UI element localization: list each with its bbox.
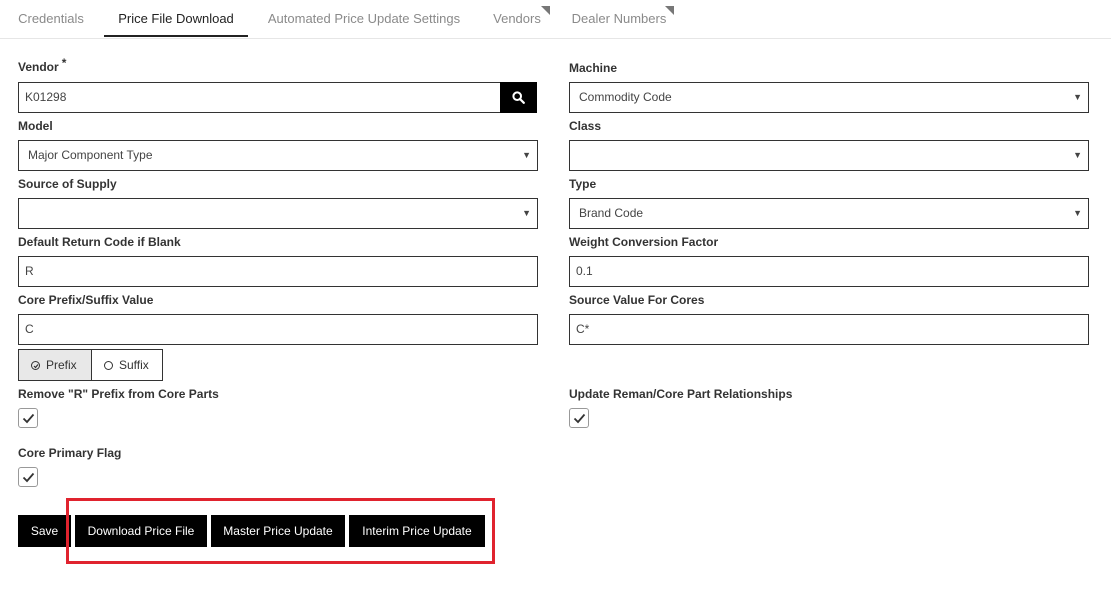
model-label: Model: [18, 119, 53, 133]
tab-vendors[interactable]: Vendors: [488, 0, 550, 37]
core-prefix-suffix-input[interactable]: C: [18, 314, 538, 345]
weight-conversion-value: 0.1: [576, 264, 593, 278]
vendor-value: K01298: [25, 90, 67, 104]
tab-credentials[interactable]: Credentials: [4, 0, 98, 37]
weight-conversion-label: Weight Conversion Factor: [569, 235, 719, 249]
default-return-code-label: Default Return Code if Blank: [18, 235, 181, 249]
type-value: Brand Code: [579, 206, 644, 220]
caret-down-icon: ▼: [522, 208, 531, 218]
source-of-supply-label: Source of Supply: [18, 177, 117, 191]
radio-checked-icon: [31, 361, 40, 370]
machine-label: Machine: [569, 61, 618, 75]
update-reman-label: Update Reman/Core Part Relationships: [569, 387, 793, 401]
caret-down-icon: ▼: [1073, 208, 1082, 218]
core-prefix-suffix-label: Core Prefix/Suffix Value: [18, 293, 154, 307]
vendor-search-button[interactable]: [500, 82, 537, 113]
model-value: Major Component Type: [28, 148, 153, 162]
source-value-cores-value: C*: [576, 322, 590, 336]
suffix-option[interactable]: Suffix: [91, 349, 163, 381]
tab-label: Automated Price Update Settings: [267, 11, 461, 26]
suffix-label: Suffix: [119, 358, 149, 372]
caret-down-icon: ▼: [1073, 150, 1082, 160]
checkmark-icon: [22, 413, 35, 424]
tab-price-file-download[interactable]: Price File Download: [104, 0, 248, 37]
checkmark-icon: [22, 472, 35, 483]
prefix-suffix-toggle: Prefix Suffix: [18, 349, 163, 381]
tab-bar: Credentials Price File Download Automate…: [0, 0, 1111, 39]
core-prefix-suffix-value: C: [25, 322, 34, 336]
corner-indicator-icon: [665, 6, 674, 15]
corner-indicator-icon: [541, 6, 550, 15]
type-label: Type: [569, 177, 597, 191]
vendor-label-text: Vendor: [18, 60, 59, 74]
tab-label: Price File Download: [118, 11, 234, 26]
machine-value: Commodity Code: [579, 90, 672, 104]
type-select[interactable]: Brand Code ▼: [569, 198, 1089, 229]
vendor-input[interactable]: K01298: [18, 82, 501, 113]
remove-r-prefix-checkbox[interactable]: [18, 408, 38, 428]
weight-conversion-input[interactable]: 0.1: [569, 256, 1089, 287]
prefix-label: Prefix: [46, 358, 77, 372]
checkmark-icon: [573, 413, 586, 424]
model-select[interactable]: Major Component Type ▼: [18, 140, 538, 171]
source-of-supply-select[interactable]: ▼: [18, 198, 538, 229]
radio-unchecked-icon: [104, 361, 113, 370]
source-value-cores-label: Source Value For Cores: [569, 293, 705, 307]
prefix-option[interactable]: Prefix: [18, 349, 92, 381]
tab-label: Credentials: [18, 11, 84, 26]
required-asterisk: *: [61, 56, 67, 70]
machine-select[interactable]: Commodity Code ▼: [569, 82, 1089, 113]
remove-r-prefix-label: Remove "R" Prefix from Core Parts: [18, 387, 219, 401]
core-primary-flag-label: Core Primary Flag: [18, 446, 122, 460]
vendor-label: Vendor *: [18, 56, 66, 74]
default-return-code-value: R: [25, 264, 34, 278]
update-reman-checkbox[interactable]: [569, 408, 589, 428]
core-primary-flag-checkbox[interactable]: [18, 467, 38, 487]
tab-automated-price-update-settings[interactable]: Automated Price Update Settings: [262, 0, 466, 37]
caret-down-icon: ▼: [522, 150, 531, 160]
caret-down-icon: ▼: [1073, 92, 1082, 102]
tab-label: Dealer Numbers: [571, 11, 667, 26]
source-value-cores-input[interactable]: C*: [569, 314, 1089, 345]
class-select[interactable]: ▼: [569, 140, 1089, 171]
class-label: Class: [569, 119, 602, 133]
highlight-box: [66, 498, 495, 564]
tab-label: Vendors: [493, 11, 541, 26]
search-icon: [512, 91, 525, 104]
tab-dealer-numbers[interactable]: Dealer Numbers: [568, 0, 674, 37]
default-return-code-input[interactable]: R: [18, 256, 538, 287]
save-button[interactable]: Save: [18, 515, 71, 547]
